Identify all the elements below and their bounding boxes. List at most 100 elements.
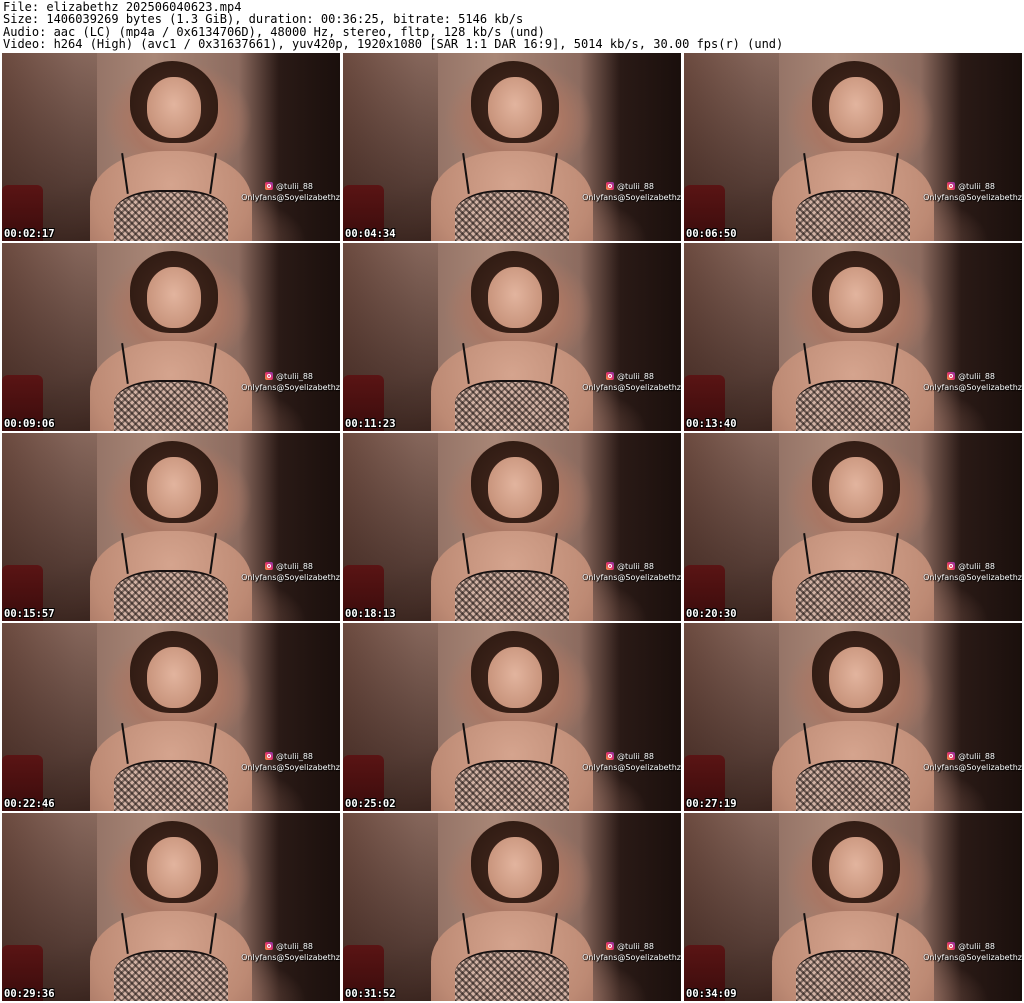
thumbnail-timestamp: 00:29:36 — [4, 988, 55, 1000]
instagram-handle: @tulii_88 — [616, 372, 654, 381]
thumbnail-grid: @tulii_88 Onlyfans@Soyelizabethz 00:02:1… — [2, 53, 1022, 1003]
person-face — [488, 457, 543, 518]
person-face — [147, 457, 202, 518]
thumbnail-timestamp: 00:11:23 — [345, 418, 396, 430]
watermark: @tulii_88 Onlyfans@Soyelizabethz — [581, 371, 681, 393]
instagram-handle: @tulii_88 — [275, 372, 313, 381]
video-thumbnail: @tulii_88 Onlyfans@Soyelizabethz 00:11:2… — [343, 243, 681, 431]
onlyfans-text: Onlyfans@Soyelizabethz — [241, 383, 340, 392]
person-face — [488, 77, 543, 138]
lace-top — [454, 380, 570, 431]
file-name-line: File: elizabethz_202506040623.mp4 — [3, 1, 242, 14]
thumbnail-timestamp: 00:22:46 — [4, 798, 55, 810]
person-face — [147, 647, 202, 708]
instagram-line: @tulii_88 — [922, 751, 1022, 762]
thumbnail-timestamp: 00:20:30 — [686, 608, 737, 620]
onlyfans-text: Onlyfans@Soyelizabethz — [582, 763, 681, 772]
onlyfans-text: Onlyfans@Soyelizabethz — [582, 383, 681, 392]
instagram-handle: @tulii_88 — [957, 182, 995, 191]
audio-info-line: Audio: aac (LC) (mp4a / 0x6134706D), 480… — [3, 25, 545, 39]
lace-top — [454, 950, 570, 1001]
onlyfans-text: Onlyfans@Soyelizabethz — [241, 763, 340, 772]
instagram-handle: @tulii_88 — [957, 942, 995, 951]
instagram-line: @tulii_88 — [240, 561, 340, 572]
person-face — [829, 647, 884, 708]
person-face — [829, 77, 884, 138]
person-face — [488, 267, 543, 328]
instagram-line: @tulii_88 — [922, 181, 1022, 192]
video-thumbnail: @tulii_88 Onlyfans@Soyelizabethz 00:09:0… — [2, 243, 340, 431]
instagram-icon — [605, 562, 614, 570]
instagram-icon — [264, 942, 273, 950]
instagram-handle: @tulii_88 — [957, 752, 995, 761]
onlyfans-text: Onlyfans@Soyelizabethz — [923, 573, 1022, 582]
instagram-handle: @tulii_88 — [275, 942, 313, 951]
lace-top — [795, 190, 911, 241]
onlyfans-text: Onlyfans@Soyelizabethz — [241, 953, 340, 962]
video-thumbnail: @tulii_88 Onlyfans@Soyelizabethz 00:22:4… — [2, 623, 340, 811]
watermark: @tulii_88 Onlyfans@Soyelizabethz — [240, 181, 340, 203]
onlyfans-text: Onlyfans@Soyelizabethz — [582, 573, 681, 582]
onlyfans-text: Onlyfans@Soyelizabethz — [923, 383, 1022, 392]
person-face — [829, 457, 884, 518]
instagram-line: @tulii_88 — [581, 371, 681, 382]
watermark: @tulii_88 Onlyfans@Soyelizabethz — [922, 181, 1022, 203]
person-face — [147, 267, 202, 328]
onlyfans-text: Onlyfans@Soyelizabethz — [241, 193, 340, 202]
instagram-handle: @tulii_88 — [275, 752, 313, 761]
video-thumbnail: @tulii_88 Onlyfans@Soyelizabethz 00:34:0… — [684, 813, 1022, 1001]
instagram-line: @tulii_88 — [581, 751, 681, 762]
person-face — [829, 837, 884, 898]
video-thumbnail: @tulii_88 Onlyfans@Soyelizabethz 00:02:1… — [2, 53, 340, 241]
person-face — [829, 267, 884, 328]
watermark: @tulii_88 Onlyfans@Soyelizabethz — [581, 561, 681, 583]
watermark: @tulii_88 Onlyfans@Soyelizabethz — [581, 181, 681, 203]
onlyfans-text: Onlyfans@Soyelizabethz — [582, 193, 681, 202]
lace-top — [113, 760, 229, 811]
instagram-icon — [264, 182, 273, 190]
video-thumbnail: @tulii_88 Onlyfans@Soyelizabethz 00:18:1… — [343, 433, 681, 621]
instagram-icon — [605, 752, 614, 760]
lace-top — [795, 950, 911, 1001]
lace-top — [113, 950, 229, 1001]
watermark: @tulii_88 Onlyfans@Soyelizabethz — [922, 371, 1022, 393]
watermark: @tulii_88 Onlyfans@Soyelizabethz — [922, 941, 1022, 963]
watermark: @tulii_88 Onlyfans@Soyelizabethz — [240, 561, 340, 583]
lace-top — [454, 570, 570, 621]
thumbnail-timestamp: 00:34:09 — [686, 988, 737, 1000]
watermark: @tulii_88 Onlyfans@Soyelizabethz — [240, 751, 340, 773]
thumbnail-timestamp: 00:04:34 — [345, 228, 396, 240]
instagram-icon — [264, 752, 273, 760]
instagram-line: @tulii_88 — [240, 941, 340, 952]
thumbnail-timestamp: 00:25:02 — [345, 798, 396, 810]
instagram-line: @tulii_88 — [581, 561, 681, 572]
lace-top — [795, 380, 911, 431]
video-thumbnail: @tulii_88 Onlyfans@Soyelizabethz 00:06:5… — [684, 53, 1022, 241]
watermark: @tulii_88 Onlyfans@Soyelizabethz — [581, 751, 681, 773]
watermark: @tulii_88 Onlyfans@Soyelizabethz — [240, 941, 340, 963]
instagram-icon — [605, 182, 614, 190]
instagram-icon — [946, 942, 955, 950]
instagram-handle: @tulii_88 — [616, 942, 654, 951]
file-size-line: Size: 1406039269 bytes (1.3 GiB), durati… — [3, 13, 524, 26]
watermark: @tulii_88 Onlyfans@Soyelizabethz — [922, 751, 1022, 773]
instagram-line: @tulii_88 — [581, 181, 681, 192]
thumbnail-timestamp: 00:27:19 — [686, 798, 737, 810]
video-thumbnail: @tulii_88 Onlyfans@Soyelizabethz 00:20:3… — [684, 433, 1022, 621]
lace-top — [454, 760, 570, 811]
thumbnail-timestamp: 00:09:06 — [4, 418, 55, 430]
person-face — [488, 647, 543, 708]
onlyfans-text: Onlyfans@Soyelizabethz — [582, 953, 681, 962]
instagram-handle: @tulii_88 — [616, 752, 654, 761]
lace-top — [113, 380, 229, 431]
onlyfans-text: Onlyfans@Soyelizabethz — [923, 763, 1022, 772]
thumbnail-timestamp: 00:31:52 — [345, 988, 396, 1000]
instagram-icon — [264, 372, 273, 380]
instagram-line: @tulii_88 — [581, 941, 681, 952]
lace-top — [113, 190, 229, 241]
onlyfans-text: Onlyfans@Soyelizabethz — [241, 573, 340, 582]
instagram-icon — [946, 752, 955, 760]
video-thumbnail: @tulii_88 Onlyfans@Soyelizabethz 00:27:1… — [684, 623, 1022, 811]
instagram-icon — [605, 372, 614, 380]
instagram-line: @tulii_88 — [240, 751, 340, 762]
